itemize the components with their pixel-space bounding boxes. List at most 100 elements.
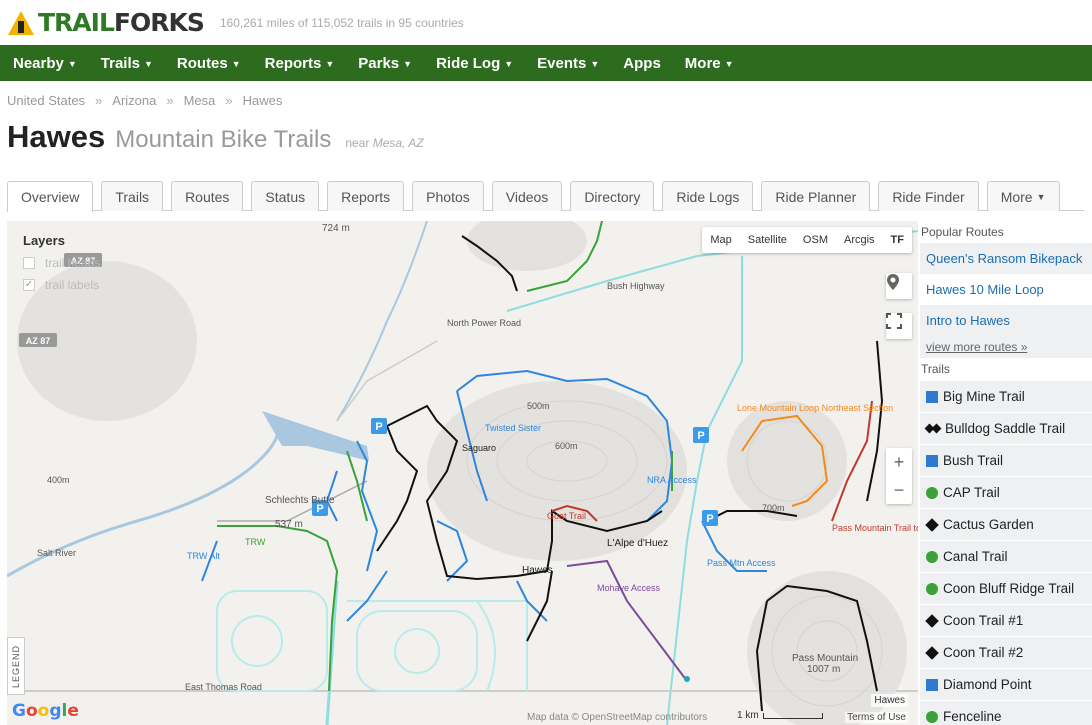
tab-status[interactable]: Status [251, 181, 320, 211]
layers-title: Layers [23, 233, 65, 248]
trail-list-item[interactable]: Cactus Garden [920, 508, 1092, 540]
label-twisted-sister: Twisted Sister [485, 423, 541, 433]
green-circle-icon [926, 582, 938, 595]
zoom-in-button[interactable]: + [886, 448, 912, 476]
popular-route-link[interactable]: Hawes 10 Mile Loop [920, 274, 1092, 305]
trail-list-item[interactable]: Coon Trail #1 [920, 604, 1092, 636]
layer-option-trailheads[interactable]: trail heads [23, 256, 137, 270]
chevron-down-icon: ▼ [143, 58, 153, 69]
map-type-arcgis[interactable]: Arcgis [836, 234, 883, 246]
site-stats: 160,261 miles of 115,052 trails in 95 co… [219, 15, 464, 30]
location-note: near Mesa, AZ [345, 136, 424, 150]
tab-more[interactable]: More ▼ [986, 181, 1060, 211]
top-header: TRAILFORKS 160,261 miles of 115,052 trai… [0, 0, 1092, 45]
chevron-down-icon: ▼ [231, 58, 241, 69]
page-subtitle: Mountain Bike Trails [115, 126, 332, 153]
logo-warning-icon [8, 10, 34, 35]
layer-checkbox-trail-labels[interactable]: ✓ [23, 279, 35, 291]
nav-item-label: Parks [358, 54, 400, 72]
map-type-osm[interactable]: OSM [795, 234, 836, 246]
tab-ride-planner[interactable]: Ride Planner [761, 181, 871, 211]
trail-list-item[interactable]: Canal Trail [920, 540, 1092, 572]
layers-panel: Layers trail heads ✓ trail labels [15, 227, 145, 298]
trail-name: Bush Trail [943, 453, 1004, 468]
nav-item-routes[interactable]: Routes ▼ [177, 55, 241, 72]
trailforks-logo[interactable]: TRAILFORKS [8, 8, 205, 37]
label-bush-highway: Bush Highway [607, 281, 665, 291]
page-title: Hawes [7, 119, 106, 154]
label-elev-400: 400m [47, 475, 70, 485]
popular-route-link[interactable]: Queen's Ransom Bikepack [920, 243, 1092, 274]
popular-route-link[interactable]: Intro to Hawes [920, 305, 1092, 336]
zoom-control: + − [886, 448, 912, 504]
fullscreen-button[interactable] [886, 313, 912, 339]
trail-list-item[interactable]: Coon Trail #2 [920, 636, 1092, 668]
trail-list-item[interactable]: CAP Trail [920, 476, 1092, 508]
label-lone-mountain-loop: Lone Mountain Loop Northeast Section [737, 403, 893, 413]
blue-square-icon [926, 678, 938, 691]
north-power-road [325, 580, 339, 725]
breadcrumb-item[interactable]: Mesa [184, 93, 216, 108]
tab-directory[interactable]: Directory [570, 181, 655, 211]
tab-routes[interactable]: Routes [171, 181, 244, 211]
location-link[interactable]: Mesa, AZ [373, 136, 424, 150]
nav-item-label: Trails [100, 54, 140, 72]
trail-list-item[interactable]: Big Mine Trail [920, 380, 1092, 412]
trail-map[interactable]: P P P P Bush Highway East Thomas Road Sc… [7, 221, 918, 725]
logo-text: TRAILFORKS [38, 8, 205, 37]
label-east-thomas-road: East Thomas Road [185, 682, 262, 692]
trail-name: Coon Trail #2 [943, 645, 1024, 660]
trail-list-item[interactable]: Coon Bluff Ridge Trail [920, 572, 1092, 604]
nav-item-reports[interactable]: Reports ▼ [265, 55, 335, 72]
tab-reports[interactable]: Reports [327, 181, 405, 211]
blue-square-icon [926, 454, 938, 467]
legend-toggle[interactable]: LEGEND [7, 637, 25, 695]
view-more-routes-link[interactable]: view more routes » [920, 336, 1092, 358]
map-type-map[interactable]: Map [702, 234, 739, 246]
nav-item-trails[interactable]: Trails ▼ [101, 55, 153, 72]
trail-list-item[interactable]: Bulldog Saddle Trail [920, 412, 1092, 444]
breadcrumb-item[interactable]: United States [7, 93, 85, 108]
double-black-diamond-icon [926, 423, 940, 435]
map-type-switcher: Map Satellite OSM Arcgis TF [702, 227, 912, 253]
breadcrumb-item[interactable]: Hawes [243, 93, 283, 108]
map-type-tf[interactable]: TF [883, 234, 912, 246]
terms-of-use-link[interactable]: Terms of Use [845, 712, 908, 723]
layer-option-trail-labels[interactable]: ✓ trail labels [23, 278, 137, 292]
nav-item-more[interactable]: More ▼ [685, 55, 734, 72]
tab-ride-logs[interactable]: Ride Logs [662, 181, 754, 211]
nav-item-ride-log[interactable]: Ride Log ▼ [436, 55, 513, 72]
breadcrumb-item[interactable]: Arizona [112, 93, 156, 108]
zoom-out-button[interactable]: − [886, 476, 912, 504]
nav-item-events[interactable]: Events ▼ [537, 55, 599, 72]
nav-item-parks[interactable]: Parks ▼ [358, 55, 412, 72]
tab-ride-finder[interactable]: Ride Finder [878, 181, 979, 211]
map-attribution: Map data © OpenStreetMap contributors [527, 712, 708, 723]
trails-heading: Trails [921, 362, 950, 376]
nav-item-label: Events [537, 54, 587, 72]
trail-list-item[interactable]: Fenceline [920, 700, 1092, 725]
label-elev-500: 500m [527, 401, 550, 411]
tab-photos[interactable]: Photos [412, 181, 484, 211]
tab-videos[interactable]: Videos [491, 181, 563, 211]
label-mohave-access: Mohave Access [597, 583, 661, 593]
green-circle-icon [926, 710, 938, 723]
trail-list-item[interactable]: Diamond Point [920, 668, 1092, 700]
tab-overview[interactable]: Overview [7, 181, 94, 212]
chevron-down-icon: ▼ [590, 58, 600, 69]
label-schlechts-butte: Schlechts Butte [265, 495, 335, 506]
trail-name: CAP Trail [943, 485, 1000, 500]
label-elev-700: 700m [762, 503, 785, 513]
tab-trails[interactable]: Trails [101, 181, 164, 211]
nav-item-apps[interactable]: Apps [623, 55, 661, 72]
map-type-satellite[interactable]: Satellite [740, 234, 795, 246]
trail-name: Cactus Garden [943, 517, 1034, 532]
trail-list-item[interactable]: Bush Trail [920, 444, 1092, 476]
map-poi[interactable] [684, 676, 690, 682]
nav-item-nearby[interactable]: Nearby ▼ [13, 55, 77, 72]
green-circle-icon [926, 486, 938, 499]
label-elev-600: 600m [555, 441, 578, 451]
locate-button[interactable] [886, 273, 912, 299]
breadcrumb-separator: » [95, 92, 103, 108]
layer-checkbox-trailheads[interactable] [23, 257, 35, 269]
